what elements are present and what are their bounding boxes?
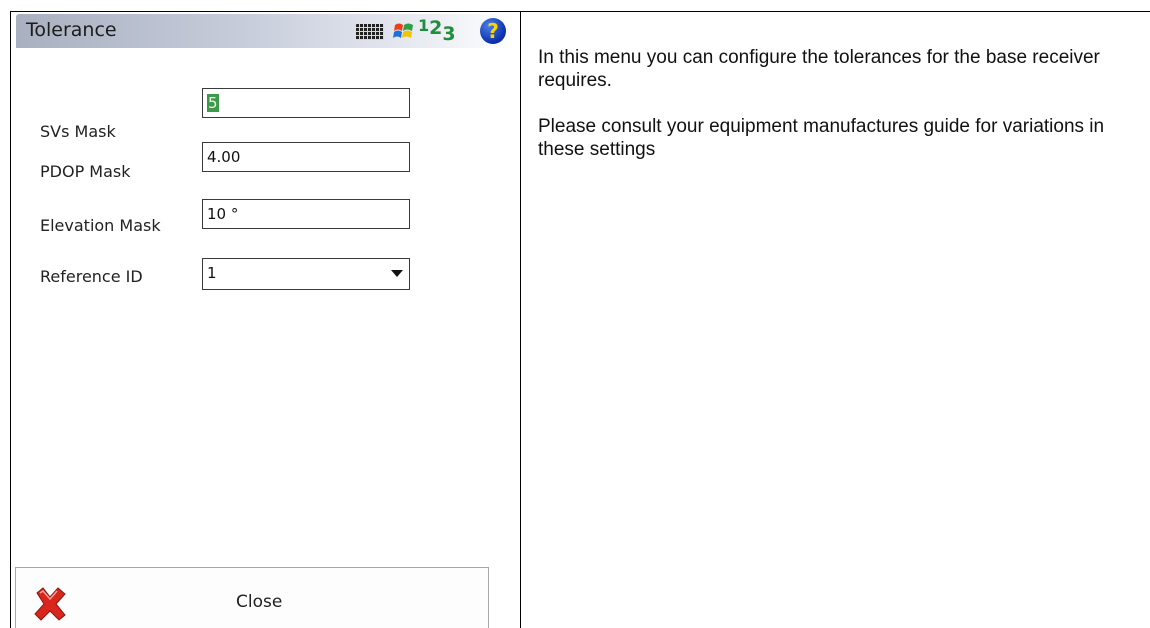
device-screen: Tolerance 123 ? SVs Mask 5 PDOP Mask 4.0… [11,12,520,628]
help-icon[interactable]: ? [480,18,506,44]
keyboard-icon[interactable] [356,24,384,40]
svs-mask-label: SVs Mask [40,122,116,141]
windows-flag-icon[interactable] [392,21,416,43]
help-paragraph: In this menu you can configure the toler… [538,47,1100,91]
chevron-down-icon[interactable] [391,270,403,277]
pdop-mask-label: PDOP Mask [40,162,131,181]
input-mode-digit-3: 3 [442,23,456,45]
reference-id-dropdown[interactable]: 1 [202,258,410,290]
document-table-column-divider [520,11,521,628]
close-button-label: Close [236,592,283,612]
close-icon [34,587,66,621]
input-mode-digit-1: 1 [418,16,430,35]
svs-mask-input[interactable]: 5 [202,88,410,118]
elevation-mask-input[interactable]: 10 ° [202,199,410,229]
elevation-mask-label: Elevation Mask [40,216,161,235]
pdop-mask-input[interactable]: 4.00 [202,142,410,172]
input-mode-icon[interactable]: 123 [418,16,456,47]
reference-id-value: 1 [207,264,217,282]
svs-mask-value: 5 [207,94,219,112]
help-text-panel: In this menu you can configure the toler… [538,46,1142,184]
elevation-mask-value: 10 ° [207,205,239,223]
title-bar: Tolerance 123 ? [16,14,514,48]
pdop-mask-value: 4.00 [207,148,241,166]
window-title: Tolerance [26,19,117,41]
reference-id-label: Reference ID [40,267,143,286]
close-button[interactable]: Close [15,567,489,628]
input-mode-digit-2: 2 [429,17,443,39]
help-paragraph: Please consult your equipment manufactur… [538,116,1105,160]
